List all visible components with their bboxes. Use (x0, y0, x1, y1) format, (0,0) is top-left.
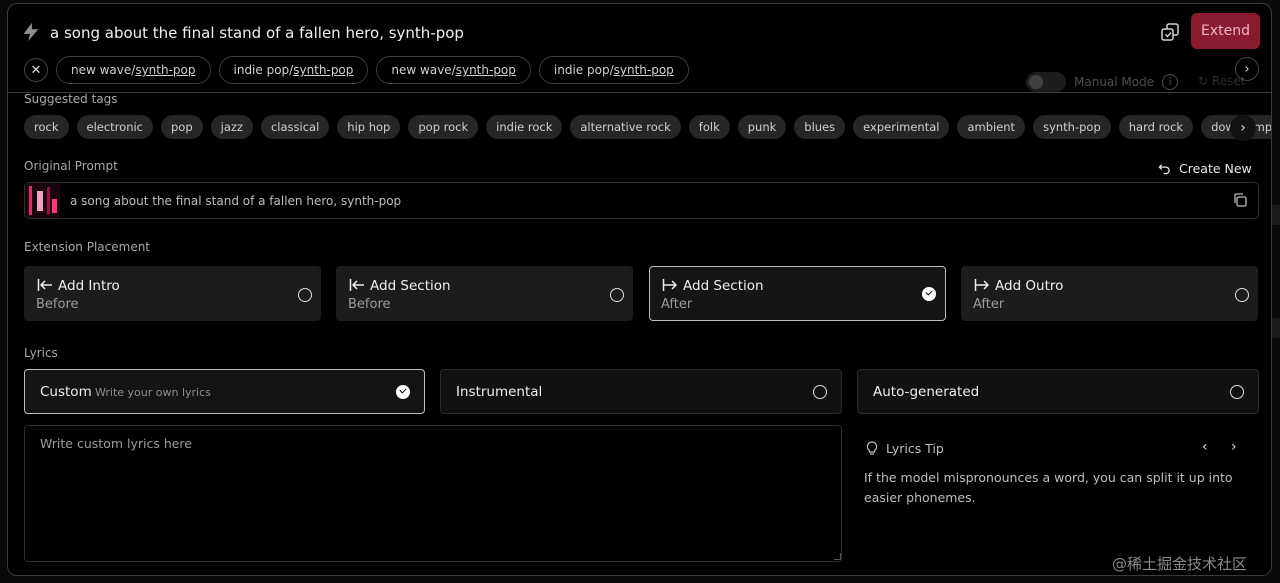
manual-mode-toggle[interactable] (1026, 72, 1066, 92)
tag-chip[interactable]: electronic (76, 115, 153, 139)
chip-suffix: synth-pop (135, 63, 196, 77)
chip-prefix: new wave/ (71, 63, 136, 77)
lyrics-tip-header: Lyrics Tip (866, 441, 944, 456)
extend-panel: Extend ✕ new wave/synth-pop indie pop/sy… (7, 3, 1272, 576)
tag-chip[interactable]: ambient (957, 115, 1026, 139)
placement-add-outro-after[interactable]: Add Outro After (961, 266, 1258, 321)
tag-chip[interactable]: pop (161, 115, 203, 139)
radio-button[interactable] (1230, 385, 1244, 399)
arrow-left-bar-icon (349, 279, 364, 291)
tag-chip[interactable]: blues (794, 115, 846, 139)
chip-suffix: synth-pop (293, 63, 354, 77)
prompt-input[interactable] (50, 22, 750, 44)
radio-button-checked[interactable] (396, 385, 410, 399)
tag-chip[interactable]: indie rock (486, 115, 563, 139)
history-chip[interactable]: indie pop/synth-pop (538, 56, 689, 84)
arrow-left-bar-icon (37, 279, 52, 291)
tag-chip[interactable]: rock (24, 115, 69, 139)
tag-chip[interactable]: synth-pop (1033, 115, 1111, 139)
chevron-right-icon[interactable]: › (1231, 439, 1237, 455)
tag-chip[interactable]: jazz (210, 115, 253, 139)
copy-icon[interactable] (1232, 192, 1248, 208)
placement-add-section-before[interactable]: Add Section Before (336, 266, 633, 321)
manual-mode-control: Manual Mode i (1026, 72, 1179, 92)
tag-chip[interactable]: pop rock (408, 115, 479, 139)
lyrics-option-custom[interactable]: Custom Write your own lyrics (24, 369, 425, 414)
tag-chip[interactable]: experimental (853, 115, 950, 139)
lyrics-tip-title: Lyrics Tip (886, 441, 944, 456)
tag-chip[interactable]: hip hop (337, 115, 401, 139)
radio-button[interactable] (298, 288, 312, 302)
chevron-left-icon[interactable]: ‹ (1202, 439, 1208, 455)
info-icon[interactable]: i (1162, 74, 1179, 90)
tag-chip[interactable]: folk (688, 115, 730, 139)
top-bar: Extend (8, 4, 1271, 56)
chevron-right-icon: › (1240, 120, 1246, 136)
divider (8, 92, 1271, 93)
radio-button[interactable] (813, 385, 827, 399)
history-chip[interactable]: new wave/synth-pop (376, 56, 531, 84)
placement-title: Add Intro (58, 278, 120, 294)
placement-sub: After (973, 297, 1005, 312)
manual-mode-label: Manual Mode (1074, 75, 1155, 89)
reset-label: Reset (1211, 74, 1246, 88)
extension-placement-label: Extension Placement (24, 240, 151, 254)
lyrics-option-title: Auto-generated (873, 384, 980, 400)
undo-icon (1158, 164, 1170, 175)
create-new-label: Create New (1179, 161, 1252, 176)
lyrics-option-instrumental[interactable]: Instrumental (440, 369, 842, 414)
placement-title: Add Outro (995, 278, 1064, 294)
chip-prefix: indie pop/ (233, 63, 294, 77)
tag-chip[interactable]: classical (260, 115, 330, 139)
close-history-button[interactable]: ✕ (24, 58, 48, 82)
tag-chip[interactable]: alternative rock (570, 115, 681, 139)
bolt-icon (23, 22, 39, 42)
arrow-right-bar-icon (974, 279, 990, 291)
placement-title: Add Section (683, 278, 764, 294)
lyrics-option-title: Custom (40, 384, 92, 400)
placement-sub: After (661, 297, 693, 312)
close-icon: ✕ (30, 62, 42, 78)
lyrics-option-title: Instrumental (456, 384, 543, 400)
tag-chip[interactable]: hard rock (1118, 115, 1194, 139)
lightbulb-icon (866, 441, 878, 455)
tag-chip[interactable]: punk (737, 115, 787, 139)
chip-prefix: indie pop/ (553, 63, 614, 77)
arrow-right-bar-icon (662, 279, 678, 291)
radio-button-checked[interactable] (922, 287, 936, 301)
lyrics-label: Lyrics (24, 346, 58, 360)
suggested-tags-label: Suggested tags (24, 92, 118, 106)
history-chip[interactable]: indie pop/synth-pop (218, 56, 369, 84)
extend-button[interactable]: Extend (1191, 13, 1260, 49)
original-prompt-label: Original Prompt (24, 159, 118, 173)
lyrics-option-auto-generated[interactable]: Auto-generated (857, 369, 1259, 414)
watermark: @稀土掘金技术社区 (1112, 555, 1248, 573)
resize-handle[interactable] (834, 553, 841, 560)
original-prompt-text: a song about the final stand of a fallen… (70, 193, 402, 208)
history-row: ✕ new wave/synth-pop indie pop/synth-pop… (24, 56, 689, 84)
reset-button[interactable]: ↻ Reset (1198, 74, 1245, 88)
history-chip[interactable]: new wave/synth-pop (56, 56, 211, 84)
tags-next-button[interactable]: › (1230, 115, 1256, 141)
placement-sub: Before (348, 297, 391, 312)
placement-add-section-after[interactable]: Add Section After (649, 266, 946, 321)
lyrics-option-sub: Write your own lyrics (95, 386, 211, 399)
radio-button[interactable] (610, 288, 624, 302)
refresh-icon: ↻ (1198, 74, 1209, 88)
create-new-button[interactable]: Create New (1158, 161, 1252, 176)
placement-add-intro-before[interactable]: Add Intro Before (24, 266, 321, 321)
chip-suffix: synth-pop (455, 63, 516, 77)
original-prompt-box: a song about the final stand of a fallen… (24, 182, 1259, 219)
placement-sub: Before (36, 297, 79, 312)
chip-prefix: new wave/ (391, 63, 456, 77)
copy-icon[interactable] (1160, 22, 1180, 42)
song-thumbnail (25, 183, 60, 218)
chip-suffix: synth-pop (613, 63, 674, 77)
radio-button[interactable] (1235, 288, 1249, 302)
placement-title: Add Section (370, 278, 451, 294)
suggested-tags-row: rock electronic pop jazz classical hip h… (24, 115, 1271, 139)
lyrics-tip-text: If the model mispronounces a word, you c… (864, 470, 1233, 505)
custom-lyrics-textarea[interactable] (24, 425, 842, 562)
